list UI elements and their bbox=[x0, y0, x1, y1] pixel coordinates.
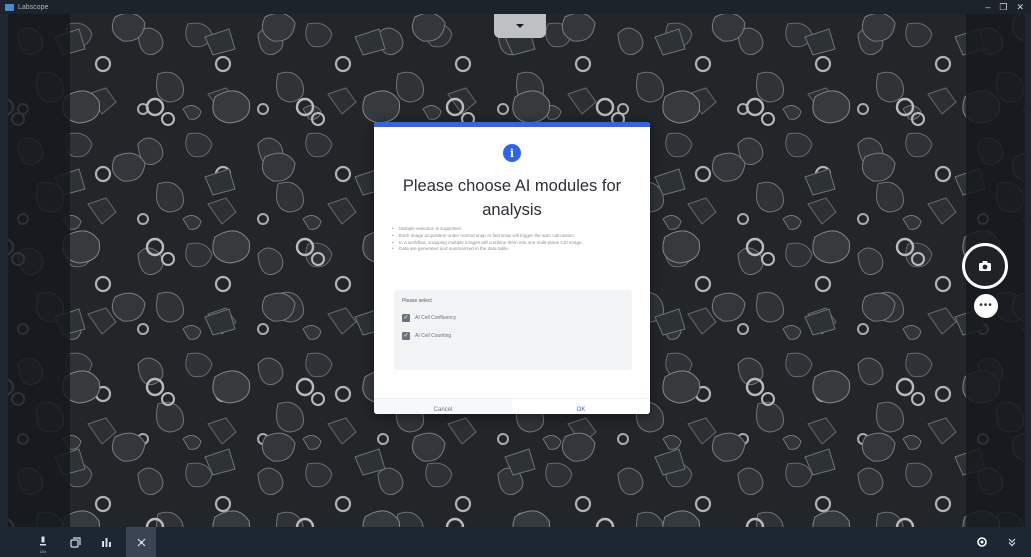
list-item: In a workflow, snapping multiple images … bbox=[392, 240, 634, 247]
info-icon: i bbox=[503, 144, 521, 162]
title-bar: Labscope – ❐ ✕ bbox=[0, 0, 1031, 14]
bottom-toolbar: 10x bbox=[0, 527, 1031, 557]
gallery-icon bbox=[69, 536, 81, 548]
gallery-button[interactable] bbox=[62, 527, 88, 557]
app-logo-icon bbox=[5, 3, 14, 11]
checkbox-checked-icon[interactable]: ✓ bbox=[402, 314, 410, 322]
list-item: Each image acquisition under normal snap… bbox=[392, 233, 634, 240]
dialog-bullet-list: Multiple selection is supported. Each im… bbox=[392, 226, 634, 253]
option-ai-cell-counting[interactable]: ✓ AI Cell Counting bbox=[402, 332, 451, 340]
module-select-panel: Please select ✓ AI Cell Confluency ✓ AI … bbox=[394, 290, 632, 370]
close-icon[interactable]: ✕ bbox=[1016, 2, 1024, 12]
ai-analysis-icon bbox=[137, 538, 145, 546]
option-label: AI Cell Confluency bbox=[415, 315, 457, 321]
restore-icon[interactable]: ❐ bbox=[999, 2, 1007, 12]
toolbar-right-group bbox=[969, 527, 1025, 557]
capture-button[interactable] bbox=[962, 243, 1008, 289]
ai-modules-dialog: i Please choose AI modules for analysis … bbox=[374, 122, 650, 414]
more-options-button[interactable]: ••• bbox=[974, 294, 998, 318]
camera-icon bbox=[979, 261, 991, 271]
list-item: Multiple selection is supported. bbox=[392, 226, 634, 233]
list-item: Data are generated and summarized in the… bbox=[392, 246, 634, 253]
dialog-accent-bar bbox=[374, 122, 650, 127]
ai-analysis-button[interactable] bbox=[126, 527, 156, 557]
cancel-button[interactable]: Cancel bbox=[374, 399, 512, 414]
collapse-toolbar-button[interactable] bbox=[999, 527, 1025, 557]
ok-button[interactable]: OK bbox=[512, 399, 650, 414]
objective-button[interactable]: 10x bbox=[30, 527, 56, 557]
select-label: Please select bbox=[402, 298, 432, 304]
minimize-icon[interactable]: – bbox=[985, 2, 990, 12]
dialog-title: Please choose AI modules for analysis bbox=[402, 177, 622, 219]
objective-magnification: 10x bbox=[39, 549, 47, 554]
checkbox-checked-icon[interactable]: ✓ bbox=[402, 332, 410, 340]
app-title: Labscope bbox=[18, 3, 49, 11]
data-table-button[interactable] bbox=[94, 527, 120, 557]
chart-icon bbox=[102, 538, 111, 547]
window-controls: – ❐ ✕ bbox=[985, 2, 1024, 12]
double-chevron-down-icon bbox=[1008, 538, 1016, 547]
option-label: AI Cell Counting bbox=[415, 333, 452, 339]
dialog-actions: Cancel OK bbox=[374, 398, 650, 414]
microscope-icon bbox=[40, 536, 46, 546]
settings-icon bbox=[977, 537, 987, 547]
settings-button[interactable] bbox=[969, 527, 995, 557]
option-ai-cell-confluency[interactable]: ✓ AI Cell Confluency bbox=[402, 314, 456, 322]
more-icon: ••• bbox=[979, 300, 993, 311]
